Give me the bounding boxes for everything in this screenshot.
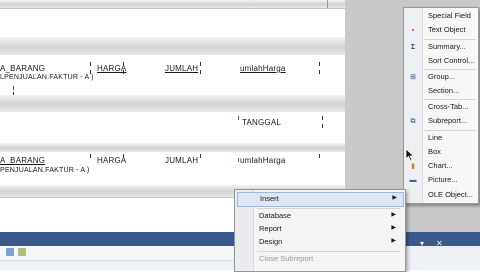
field-tanggal[interactable]: TANGGAL bbox=[242, 118, 281, 127]
field-handle bbox=[322, 116, 323, 120]
formula-field[interactable]: LPENJUALAN.FAKTUR - A ) bbox=[0, 74, 94, 81]
field-handle bbox=[238, 116, 239, 120]
context-item-report[interactable]: Report ▶ bbox=[237, 223, 402, 236]
menu-item-section[interactable]: Section... bbox=[404, 85, 478, 98]
toolbar-icon[interactable] bbox=[6, 248, 14, 256]
field-handle bbox=[90, 70, 91, 74]
context-item-insert[interactable]: Insert ▶ bbox=[237, 192, 404, 207]
report-section-band bbox=[0, 37, 345, 55]
menu-item-line[interactable]: Line bbox=[404, 132, 478, 145]
picture-icon: ▬ bbox=[409, 177, 417, 184]
report-section-band bbox=[0, 95, 345, 112]
context-item-database[interactable]: Database ▶ bbox=[237, 210, 402, 223]
menu-item-summary[interactable]: Σ Summary... bbox=[404, 41, 478, 54]
field-jumlah[interactable]: JUMLAH bbox=[165, 156, 198, 165]
menu-item-box[interactable]: Box bbox=[404, 146, 478, 159]
field-handle bbox=[200, 62, 201, 66]
field-handle bbox=[319, 62, 320, 66]
submenu-arrow-icon: ▶ bbox=[391, 225, 396, 231]
field-nama-barang[interactable]: A_BARANG bbox=[0, 64, 45, 73]
band-edge bbox=[327, 0, 328, 8]
menu-item-sort-control[interactable]: Sort Control... bbox=[404, 55, 478, 68]
subreport-icon: ⧉ bbox=[410, 118, 416, 125]
mouse-pointer-icon bbox=[405, 148, 415, 162]
text-object-icon: ▪ bbox=[411, 27, 415, 34]
field-handle bbox=[123, 62, 124, 66]
menu-separator bbox=[257, 251, 400, 252]
summary-sigma-icon: Σ bbox=[410, 44, 416, 51]
menu-separator bbox=[424, 99, 476, 100]
menu-item-cross-tab[interactable]: Cross-Tab... bbox=[404, 101, 478, 114]
field-handle bbox=[200, 70, 201, 74]
field-handle bbox=[123, 70, 124, 74]
field-handle bbox=[319, 154, 320, 158]
submenu-arrow-icon: ▶ bbox=[391, 238, 396, 244]
menu-separator bbox=[424, 69, 476, 70]
field-handle bbox=[123, 154, 124, 158]
chart-icon: ▮ bbox=[411, 163, 415, 170]
menu-item-subreport[interactable]: ⧉ Subreport... bbox=[404, 115, 478, 128]
menu-item-chart[interactable]: ▮ Chart... bbox=[404, 160, 478, 173]
field-handle bbox=[319, 70, 320, 74]
menu-item-special-field[interactable]: Special Field bbox=[404, 10, 478, 23]
report-section-band bbox=[0, 0, 345, 8]
context-item-close-subreport[interactable]: Close Subreport bbox=[237, 253, 402, 266]
context-menu: Insert ▶ Database ▶ Report ▶ Design ▶ Cl… bbox=[234, 189, 406, 272]
menu-item-text-object[interactable]: ▪ Text Object bbox=[404, 24, 478, 37]
panel-toolbar bbox=[0, 246, 234, 261]
toolbar-icon[interactable] bbox=[18, 248, 26, 256]
report-section-band bbox=[0, 143, 345, 152]
menu-separator bbox=[257, 208, 400, 209]
menu-item-picture[interactable]: ▬ Picture... bbox=[404, 174, 478, 187]
menu-item-group[interactable]: ⊞ Group... bbox=[404, 71, 478, 84]
submenu-arrow-icon: ▶ bbox=[392, 195, 397, 201]
group-icon: ⊞ bbox=[410, 74, 416, 81]
field-jumlah[interactable]: JUMLAH bbox=[165, 64, 198, 73]
field-handle bbox=[200, 154, 201, 158]
field-handle bbox=[238, 158, 239, 162]
field-jumlah-harga[interactable]: umlahHarga bbox=[240, 64, 286, 73]
menu-item-ole-object[interactable]: OLE Object... bbox=[404, 189, 478, 202]
formula-field[interactable]: PENJUALAN.FAKTUR - A ) bbox=[0, 167, 90, 174]
submenu-arrow-icon: ▶ bbox=[391, 212, 396, 218]
field-handle bbox=[90, 154, 91, 158]
field-handle bbox=[13, 86, 14, 90]
field-handle bbox=[90, 62, 91, 66]
field-jumlah-harga[interactable]: umlahHarga bbox=[240, 156, 286, 165]
panel-dropdown-icon[interactable]: ▾ bbox=[420, 239, 424, 248]
insert-submenu: Special Field ▪ Text Object Σ Summary...… bbox=[403, 7, 479, 204]
section-divider bbox=[0, 8, 345, 9]
field-nama-barang[interactable]: A_BARANG bbox=[0, 156, 45, 165]
context-item-design[interactable]: Design ▶ bbox=[237, 236, 402, 249]
menu-separator bbox=[424, 39, 476, 40]
panel-close-icon[interactable]: ✕ bbox=[436, 239, 443, 248]
field-handle bbox=[322, 124, 323, 128]
menu-separator bbox=[424, 130, 476, 131]
